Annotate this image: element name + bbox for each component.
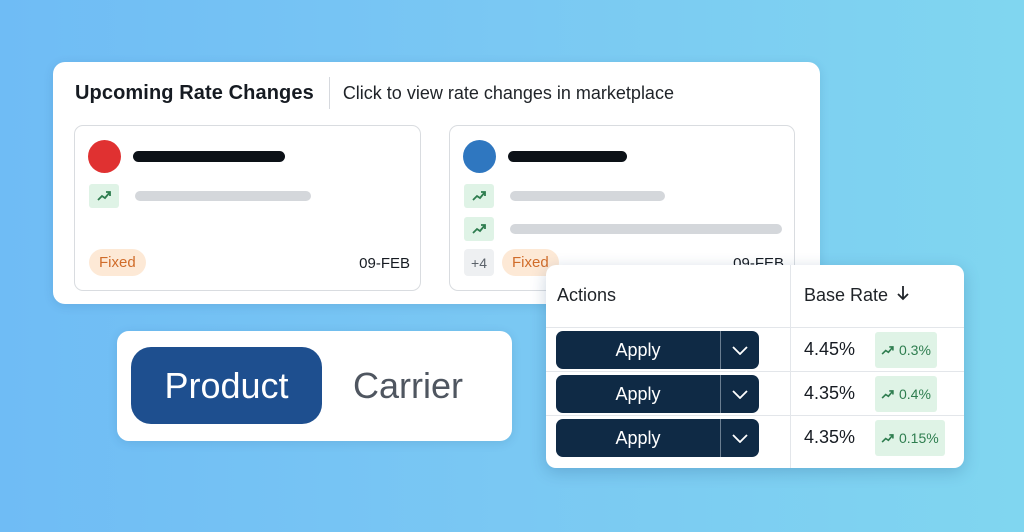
trending-up-icon <box>881 433 894 443</box>
table-row: Apply 4.45% 0.3% <box>546 328 964 372</box>
table-header: Actions Base Rate <box>546 265 964 328</box>
trending-up-icon <box>881 389 894 399</box>
rate-change-value: 0.4% <box>899 386 931 402</box>
trending-up-icon <box>881 345 894 355</box>
apply-button[interactable]: Apply <box>556 331 720 369</box>
trending-up-icon <box>89 184 119 208</box>
rates-table: Actions Base Rate Apply 4.45% 0.3% Apply <box>546 265 964 468</box>
toggle-product[interactable]: Product <box>131 347 322 424</box>
carrier-name-placeholder <box>508 151 627 162</box>
table-row: Apply 4.35% 0.15% <box>546 416 964 460</box>
marketplace-link[interactable]: Click to view rate changes in marketplac… <box>343 83 674 104</box>
panel-title: Upcoming Rate Changes <box>75 81 314 104</box>
trending-up-icon <box>464 184 494 208</box>
panel-header: Upcoming Rate Changes Click to view rate… <box>75 77 674 109</box>
rate-change-value: 0.3% <box>899 342 931 358</box>
header-actions: Actions <box>557 285 617 305</box>
chevron-down-icon[interactable] <box>720 375 759 413</box>
rate-change-badge: 0.15% <box>875 420 945 456</box>
apply-button[interactable]: Apply <box>556 375 720 413</box>
rate-change-badge: 0.3% <box>875 332 937 368</box>
arrow-down-icon[interactable] <box>896 285 910 306</box>
carrier-name-placeholder <box>133 151 285 162</box>
header-base-rate-label: Base Rate <box>804 285 889 305</box>
product-name-placeholder <box>510 191 665 201</box>
apply-split-button: Apply <box>556 331 759 369</box>
rate-change-badge: 0.4% <box>875 376 937 412</box>
apply-split-button: Apply <box>556 419 759 457</box>
product-name-placeholder <box>510 224 782 234</box>
apply-split-button: Apply <box>556 375 759 413</box>
carrier-avatar <box>88 140 121 173</box>
chevron-down-icon[interactable] <box>720 331 759 369</box>
rate-type-badge: Fixed <box>89 249 146 276</box>
carrier-avatar <box>463 140 496 173</box>
effective-date: 09-FEB <box>359 255 410 272</box>
more-count-badge[interactable]: +4 <box>464 249 494 276</box>
view-toggle: Product Carrier <box>117 331 512 441</box>
rate-change-value: 0.15% <box>899 430 939 446</box>
rate-change-card[interactable]: Fixed 09-FEB <box>74 125 421 291</box>
header-base-rate[interactable]: Base Rate <box>804 285 910 306</box>
chevron-down-icon[interactable] <box>720 419 759 457</box>
toggle-carrier[interactable]: Carrier <box>333 347 483 424</box>
apply-button[interactable]: Apply <box>556 419 720 457</box>
base-rate-value: 4.35% <box>804 383 856 403</box>
base-rate-value: 4.35% <box>804 427 856 447</box>
base-rate-value: 4.45% <box>804 339 856 359</box>
product-name-placeholder <box>135 191 311 201</box>
header-divider <box>328 77 330 109</box>
trending-up-icon <box>464 217 494 241</box>
table-row: Apply 4.35% 0.4% <box>546 372 964 416</box>
